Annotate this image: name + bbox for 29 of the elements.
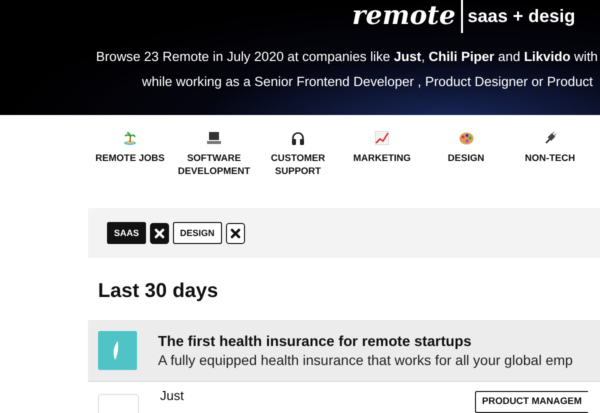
category-link[interactable]: DESIGN <box>425 152 507 165</box>
logo[interactable]: remote <box>352 0 463 33</box>
laptop-icon <box>207 132 221 144</box>
headphones-icon <box>291 132 305 144</box>
site-subtitle: saas + desig <box>466 6 576 26</box>
palette-icon <box>458 132 474 144</box>
intro-text: Browse 23 Remote in July 2020 at companies like Just, Chili Piper and Likvido with <box>96 49 599 64</box>
filter-tag[interactable]: DESIGN <box>173 222 222 244</box>
promo-description: A fully equipped health insurance that works for all your global emp <box>158 352 573 368</box>
close-icon <box>230 228 241 238</box>
promo-row[interactable]: The first health insurance for remote startups A fully equipped health insurance that works for all your global emp <box>88 320 600 382</box>
palm-island-icon <box>123 131 137 145</box>
feather-logo-icon <box>98 331 137 370</box>
category-link[interactable]: REMOTE JOBS <box>89 152 171 165</box>
category-link[interactable]: MARKETING <box>341 152 423 165</box>
close-icon <box>154 228 166 238</box>
category-link[interactable]: NON-TECH <box>509 152 591 165</box>
filter-tag[interactable]: SAAS <box>107 222 146 244</box>
promo-title: The first health insurance for remote startups <box>158 334 472 350</box>
plug-icon <box>544 131 556 145</box>
category-link[interactable]: CUSTOMER SUPPORT <box>257 152 339 178</box>
section-heading: Last 30 days <box>98 280 220 304</box>
remove-filter-button[interactable] <box>226 222 245 244</box>
company-name: Just <box>160 388 185 405</box>
intro-text: while working as a Senior Frontend Developer , Product Designer or Product <box>142 74 594 89</box>
remove-filter-button[interactable] <box>150 222 170 244</box>
category-link[interactable]: SOFTWARE DEVELOPMENT <box>173 152 255 178</box>
job-tag[interactable]: PRODUCT MANAGEM <box>475 391 588 413</box>
chart-up-icon <box>375 131 389 145</box>
